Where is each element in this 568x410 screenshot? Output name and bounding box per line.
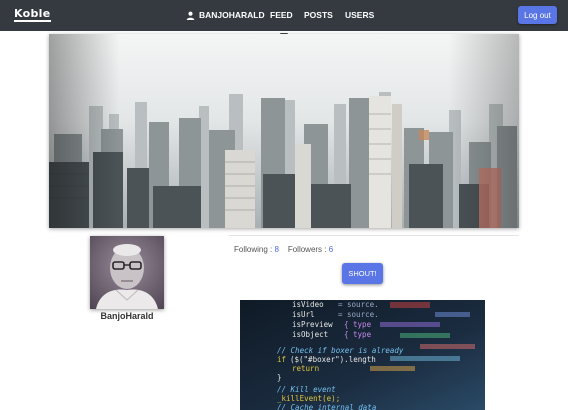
user-icon — [186, 11, 195, 20]
svg-text:// Cache internal data: // Cache internal data — [277, 403, 376, 410]
post-image: isVideo = source. isUrl = source. isPrev… — [240, 300, 485, 410]
nav-link-users[interactable]: USERS — [345, 10, 374, 20]
svg-text:// Check if boxer is already: // Check if boxer is already — [277, 346, 404, 355]
follow-stats: Following : 8 Followers : 6 — [234, 245, 333, 254]
profile-banner-image — [49, 34, 519, 228]
svg-text:isVideo: isVideo — [292, 300, 324, 309]
svg-text:isUrl: isUrl — [292, 310, 315, 319]
following-count[interactable]: 8 — [274, 245, 278, 254]
svg-text:// Kill event: // Kill event — [277, 385, 336, 394]
nav-user-label: BANJOHARALD — [199, 10, 265, 20]
logout-button[interactable]: Log out — [518, 6, 557, 24]
svg-text:_killEvent(e);: _killEvent(e); — [277, 394, 340, 403]
followers-count[interactable]: 6 — [329, 245, 333, 254]
nav-user-profile[interactable]: BANJOHARALD — [186, 10, 265, 20]
svg-text:= source.: = source. — [338, 310, 379, 319]
nav-link-feed[interactable]: FEED — [270, 10, 293, 20]
svg-text:{ type: { type — [344, 320, 372, 329]
profile-username: BanjoHarald — [100, 311, 154, 321]
svg-text:isPreview: isPreview — [292, 320, 333, 329]
svg-text:if: if — [277, 355, 286, 364]
nav-link-posts[interactable]: POSTS — [304, 10, 333, 20]
navbar: Koble BANJOHARALD FEED POSTS USERS Log o… — [0, 0, 568, 31]
shout-button[interactable]: SHOUT! — [342, 263, 383, 284]
brand-logo[interactable]: Koble — [14, 8, 51, 22]
svg-text:{ type: { type — [344, 330, 372, 339]
following-label: Following : — [234, 245, 273, 254]
svg-text:isObject: isObject — [292, 330, 328, 339]
section-divider — [229, 235, 519, 236]
svg-text:return: return — [292, 364, 319, 373]
svg-text:= source.: = source. — [338, 300, 379, 309]
svg-text:($("#boxer").length: ($("#boxer").length — [290, 355, 376, 364]
profile-avatar — [90, 236, 164, 309]
svg-text:}: } — [277, 373, 282, 382]
followers-label: Followers : — [287, 245, 327, 254]
